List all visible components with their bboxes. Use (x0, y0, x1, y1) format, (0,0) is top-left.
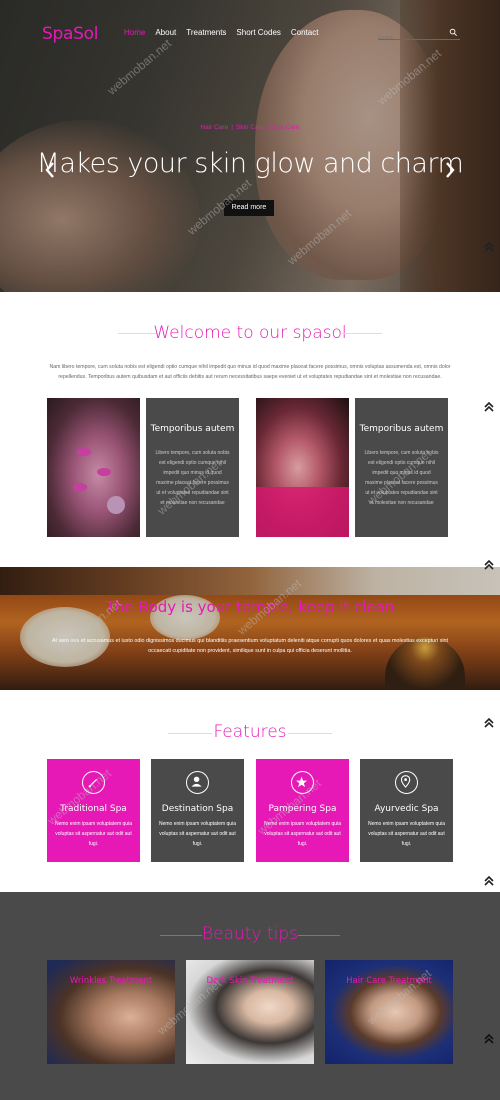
manicure-photo (47, 398, 140, 537)
temple-title: The Body is your temple, keep it clean (105, 598, 395, 616)
feature-name: Pampering Spa (268, 804, 337, 814)
tip-wrinkles-treatment[interactable]: Wrinkles Treatment (47, 960, 175, 1064)
card-text: Libero tempore, cum soluta nobis est eli… (364, 450, 439, 506)
nav-home[interactable]: Home (124, 28, 145, 37)
feature-pampering-spa[interactable]: Pampering Spa Nemo enim ipsam voluptatem… (256, 759, 349, 862)
user-icon (186, 771, 209, 794)
category-spa-care[interactable]: Spa Care (272, 124, 299, 131)
slider-next-icon[interactable] (443, 160, 457, 180)
welcome-card: Temporibus autem Libero tempore, cum sol… (355, 398, 448, 537)
category-skin-care[interactable]: Skin Care (236, 124, 265, 131)
search-box (378, 26, 460, 44)
card-text: Libero tempore, cum soluta nobis est eli… (155, 450, 230, 506)
nav-treatments[interactable]: Treatments (186, 28, 226, 37)
scroll-top-icon[interactable] (482, 240, 496, 254)
nav-short-codes[interactable]: Short Codes (236, 28, 280, 37)
feature-ayurvedic-spa[interactable]: Ayurvedic Spa Nemo enim ipsam voluptatem… (360, 759, 453, 862)
search-input[interactable] (378, 32, 446, 44)
feature-text: Nemo enim ipsam voluptatem quia voluptas… (55, 821, 132, 847)
tip-hair-care-treatment[interactable]: Hair Care Treatment (325, 960, 453, 1064)
feature-name: Traditional Spa (60, 804, 127, 814)
beauty-tips-title: Beauty tips (202, 924, 298, 944)
feature-destination-spa[interactable]: Destination Spa Nemo enim ipsam voluptat… (151, 759, 244, 862)
nav-contact[interactable]: Contact (291, 28, 319, 37)
hero-categories: Hair Care | Skin Care | Spa Care (200, 124, 300, 131)
scroll-top-icon[interactable] (482, 874, 496, 888)
tip-label: Dark Skin Treatment (206, 976, 294, 986)
divider (298, 935, 340, 936)
brush-icon (82, 771, 105, 794)
nav-about[interactable]: About (155, 28, 176, 37)
site-logo[interactable]: SpaSol (42, 24, 98, 44)
feature-name: Ayurvedic Spa (374, 804, 439, 814)
slider-prev-icon[interactable] (43, 160, 57, 180)
card-title: Temporibus autem (359, 424, 444, 434)
scroll-top-icon[interactable] (482, 400, 496, 414)
scroll-top-icon[interactable] (482, 1032, 496, 1046)
hero-title: Makes your skin glow and charm (36, 148, 464, 179)
category-hair-care[interactable]: Hair Care (200, 124, 228, 131)
feature-traditional-spa[interactable]: Traditional Spa Nemo enim ipsam voluptat… (47, 759, 140, 862)
welcome-title: Welcome to our spasol (153, 323, 347, 343)
feature-name: Destination Spa (161, 804, 234, 814)
features-title: Features (213, 722, 287, 742)
feature-text: Nemo enim ipsam voluptatem quia voluptas… (368, 821, 445, 847)
divider (288, 733, 332, 734)
scroll-top-icon[interactable] (482, 558, 496, 572)
tip-dark-skin-treatment[interactable]: Dark Skin Treatment (186, 960, 314, 1064)
tip-label: Hair Care Treatment (346, 976, 432, 986)
tip-label: Wrinkles Treatment (69, 976, 153, 986)
search-icon[interactable] (449, 28, 458, 37)
temple-text: At vero eos et accusamus et iusto odio d… (51, 638, 449, 654)
feature-text: Nemo enim ipsam voluptatem quia voluptas… (159, 821, 236, 847)
feature-text: Nemo enim ipsam voluptatem quia voluptas… (264, 821, 341, 847)
divider (342, 333, 382, 334)
scroll-top-icon[interactable] (482, 716, 496, 730)
map-pin-icon (395, 771, 418, 794)
read-more-button[interactable]: Read more (224, 200, 274, 216)
temple-banner (0, 567, 500, 690)
card-title: Temporibus autem (150, 424, 235, 434)
main-nav: Home About Treatments Short Codes Contac… (124, 28, 318, 37)
nail-art-photo (256, 398, 349, 537)
welcome-text: Nam libero tempore, cum soluta nobis est… (49, 364, 451, 380)
star-icon (291, 771, 314, 794)
welcome-card: Temporibus autem Libero tempore, cum sol… (146, 398, 239, 537)
